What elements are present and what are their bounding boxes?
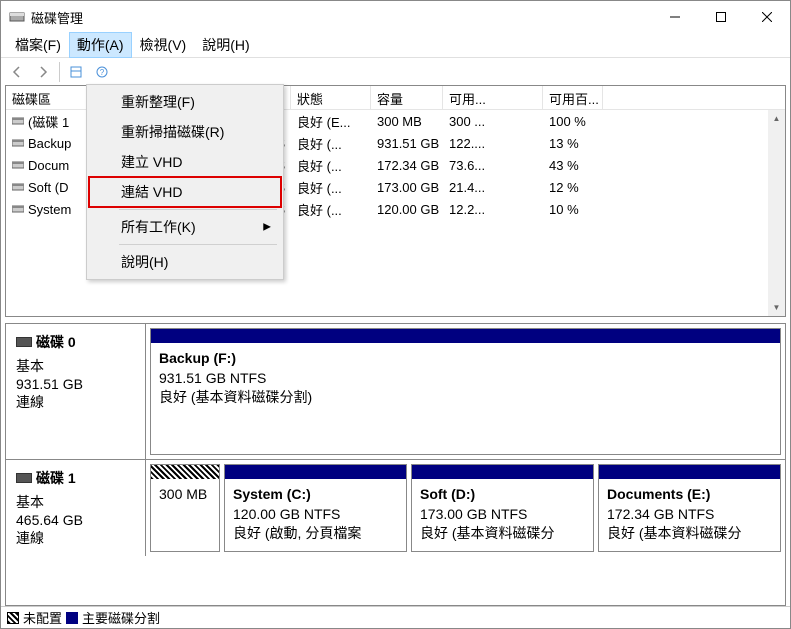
cell-capacity: 300 MB bbox=[371, 113, 443, 130]
scroll-up-button[interactable]: ▲ bbox=[768, 110, 785, 127]
app-icon bbox=[9, 9, 25, 25]
partition[interactable]: Soft (D:)173.00 GB NTFS良好 (基本資料磁碟分 bbox=[411, 464, 594, 552]
cell-pct: 12 % bbox=[543, 179, 603, 196]
forward-button[interactable] bbox=[31, 60, 55, 84]
partition-bar bbox=[225, 465, 406, 479]
cell-free: 300 ... bbox=[443, 113, 543, 130]
menu-action[interactable]: 動作(A) bbox=[69, 32, 132, 58]
dropdown-help[interactable]: 說明(H) bbox=[89, 247, 281, 277]
chevron-right-icon: ▶ bbox=[263, 222, 271, 233]
partition-bar bbox=[412, 465, 593, 479]
cell-pct: 10 % bbox=[543, 201, 603, 218]
partition-body: System (C:)120.00 GB NTFS良好 (啟動, 分頁檔案 bbox=[225, 479, 406, 551]
scroll-track[interactable] bbox=[768, 127, 785, 299]
partition-bar bbox=[599, 465, 780, 479]
legend: 未配置 主要磁碟分割 bbox=[1, 606, 790, 628]
cell-volume: (磁碟 1 bbox=[6, 111, 93, 132]
scroll-down-button[interactable]: ▼ bbox=[768, 299, 785, 316]
minimize-button[interactable] bbox=[652, 1, 698, 33]
volume-icon bbox=[12, 115, 24, 127]
cell-free: 12.2... bbox=[443, 201, 543, 218]
col-free[interactable]: 可用... bbox=[443, 86, 543, 109]
cell-volume: Soft (D bbox=[6, 179, 93, 196]
svg-text:?: ? bbox=[100, 68, 105, 77]
col-capacity[interactable]: 容量 bbox=[371, 86, 443, 109]
tool-help[interactable]: ? bbox=[90, 60, 114, 84]
menu-help[interactable]: 說明(H) bbox=[194, 32, 257, 58]
cell-status: 良好 (... bbox=[291, 155, 371, 176]
volume-icon bbox=[12, 137, 24, 149]
cell-status: 良好 (... bbox=[291, 199, 371, 220]
close-button[interactable] bbox=[744, 1, 790, 33]
partition-body: Soft (D:)173.00 GB NTFS良好 (基本資料磁碟分 bbox=[412, 479, 593, 551]
cell-free: 122.... bbox=[443, 135, 543, 152]
maximize-button[interactable] bbox=[698, 1, 744, 33]
disk-label[interactable]: 磁碟 1基本465.64 GB連線 bbox=[6, 460, 146, 556]
tool-refresh[interactable] bbox=[64, 60, 88, 84]
dropdown-refresh[interactable]: 重新整理(F) bbox=[89, 87, 281, 117]
cell-capacity: 172.34 GB bbox=[371, 157, 443, 174]
cell-capacity: 120.00 GB bbox=[371, 201, 443, 218]
volume-icon bbox=[12, 159, 24, 171]
legend-swatch-primary bbox=[66, 612, 78, 624]
dropdown-rescan[interactable]: 重新掃描磁碟(R) bbox=[89, 117, 281, 147]
partition[interactable]: Backup (F:)931.51 GB NTFS良好 (基本資料磁碟分割) bbox=[150, 328, 781, 455]
menu-view[interactable]: 檢視(V) bbox=[132, 32, 195, 58]
cell-status: 良好 (... bbox=[291, 177, 371, 198]
disk-row: 磁碟 0基本931.51 GB連線Backup (F:)931.51 GB NT… bbox=[6, 324, 785, 460]
disk-icon bbox=[16, 337, 32, 347]
disk-label[interactable]: 磁碟 0基本931.51 GB連線 bbox=[6, 324, 146, 459]
partition-body: 300 MB bbox=[151, 479, 219, 551]
partition[interactable]: System (C:)120.00 GB NTFS良好 (啟動, 分頁檔案 bbox=[224, 464, 407, 552]
cell-capacity: 931.51 GB bbox=[371, 135, 443, 152]
menubar: 檔案(F) 動作(A) 檢視(V) 說明(H) bbox=[1, 33, 790, 57]
partition[interactable]: 300 MB bbox=[150, 464, 220, 552]
cell-pct: 43 % bbox=[543, 157, 603, 174]
toolbar: ? bbox=[1, 57, 790, 85]
disk-row: 磁碟 1基本465.64 GB連線300 MBSystem (C:)120.00… bbox=[6, 460, 785, 556]
dropdown-all-tasks[interactable]: 所有工作(K)▶ bbox=[89, 212, 281, 242]
dropdown-attach-vhd[interactable]: 連結 VHD bbox=[89, 177, 281, 207]
menu-file[interactable]: 檔案(F) bbox=[7, 32, 69, 58]
cell-capacity: 173.00 GB bbox=[371, 179, 443, 196]
disk-icon bbox=[16, 473, 32, 483]
vertical-scrollbar[interactable]: ▲ ▼ bbox=[768, 110, 785, 316]
legend-label-primary: 主要磁碟分割 bbox=[82, 608, 160, 627]
cell-volume: Docum bbox=[6, 157, 93, 174]
cell-free: 73.6... bbox=[443, 157, 543, 174]
partition-bar bbox=[151, 465, 219, 479]
col-status[interactable]: 狀態 bbox=[291, 86, 371, 109]
legend-label-unallocated: 未配置 bbox=[23, 608, 62, 627]
titlebar: 磁碟管理 bbox=[1, 1, 790, 33]
col-pct[interactable]: 可用百... bbox=[543, 86, 603, 109]
cell-volume: System bbox=[6, 201, 93, 218]
disk-map: 磁碟 0基本931.51 GB連線Backup (F:)931.51 GB NT… bbox=[5, 323, 786, 606]
volume-icon bbox=[12, 181, 24, 193]
cell-pct: 13 % bbox=[543, 135, 603, 152]
cell-free: 21.4... bbox=[443, 179, 543, 196]
window-title: 磁碟管理 bbox=[31, 8, 652, 27]
partition-body: Documents (E:)172.34 GB NTFS良好 (基本資料磁碟分 bbox=[599, 479, 780, 551]
action-dropdown: 重新整理(F) 重新掃描磁碟(R) 建立 VHD 連結 VHD 所有工作(K)▶… bbox=[86, 84, 284, 280]
col-volume[interactable]: 磁碟區 bbox=[6, 86, 93, 109]
dropdown-separator bbox=[119, 209, 277, 210]
volume-icon bbox=[12, 203, 24, 215]
cell-volume: Backup bbox=[6, 135, 93, 152]
cell-status: 良好 (... bbox=[291, 133, 371, 154]
partition[interactable]: Documents (E:)172.34 GB NTFS良好 (基本資料磁碟分 bbox=[598, 464, 781, 552]
cell-pct: 100 % bbox=[543, 113, 603, 130]
legend-swatch-unallocated bbox=[7, 612, 19, 624]
partition-body: Backup (F:)931.51 GB NTFS良好 (基本資料磁碟分割) bbox=[151, 343, 780, 454]
dropdown-create-vhd[interactable]: 建立 VHD bbox=[89, 147, 281, 177]
back-button[interactable] bbox=[5, 60, 29, 84]
partition-bar bbox=[151, 329, 780, 343]
dropdown-separator bbox=[119, 244, 277, 245]
cell-status: 良好 (E... bbox=[291, 111, 371, 132]
